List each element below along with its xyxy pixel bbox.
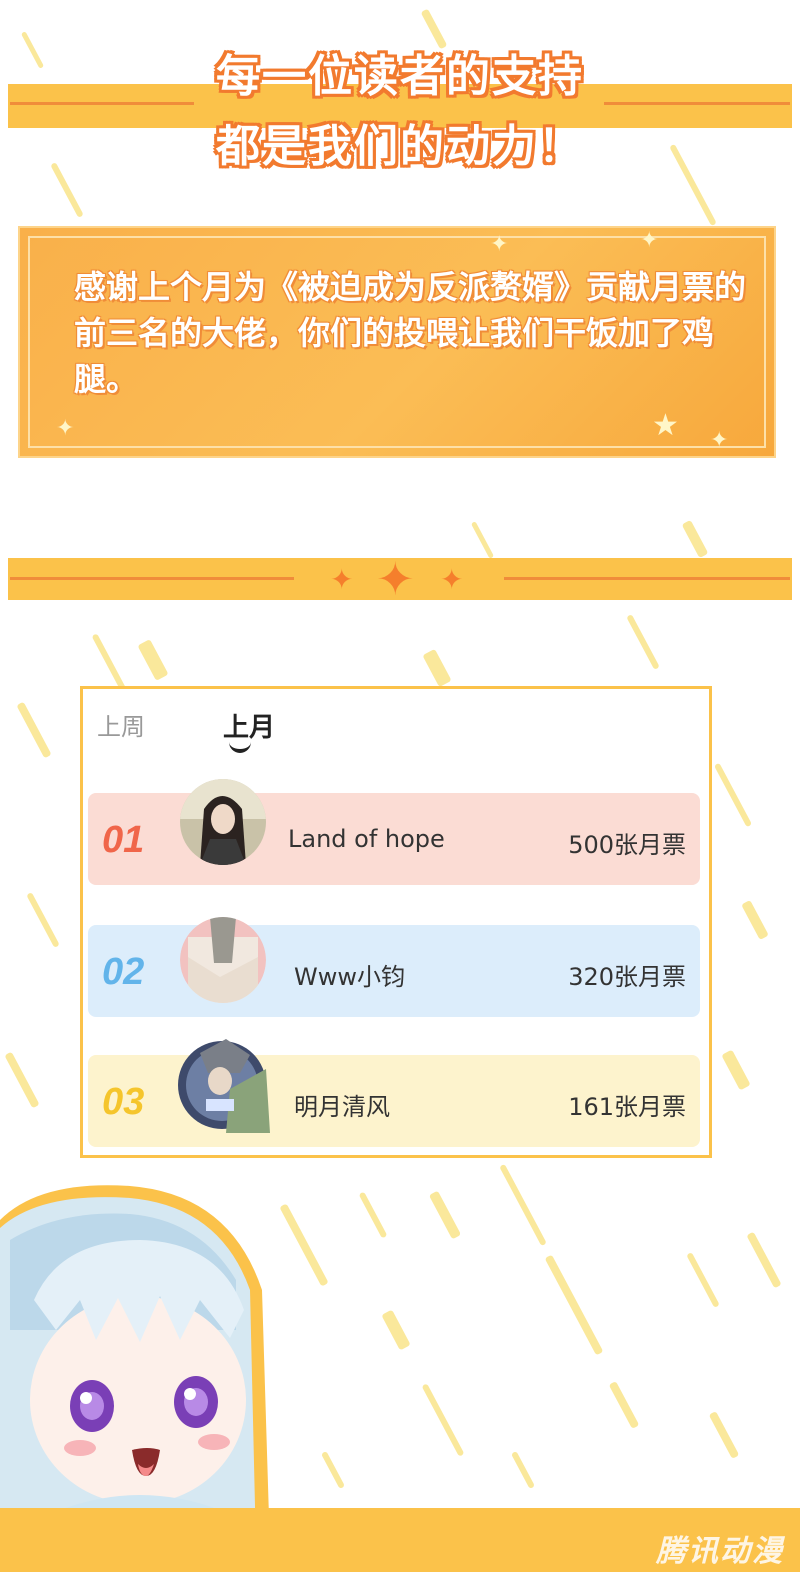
tab-last-week[interactable]: 上周: [97, 707, 145, 742]
footer-band: 腾讯动漫: [0, 1508, 800, 1572]
rank-number: 02: [102, 951, 145, 993]
avatar: [170, 1029, 274, 1133]
rank-username: Www小钧: [294, 963, 405, 991]
star-icon: ★: [652, 408, 679, 443]
rank-number: 03: [102, 1081, 145, 1123]
avatar: [180, 779, 266, 865]
headline-line2: 都是我们的动力！: [216, 121, 584, 172]
active-tab-indicator: [229, 741, 251, 753]
watermark-logo: 腾讯动漫: [656, 1534, 784, 1569]
rank-row[interactable]: 02 Www小钧 320张月票: [88, 917, 700, 1017]
rank-row[interactable]: 01 Land of hope 500张月票: [88, 779, 700, 885]
rank-username: 明月清风: [294, 1093, 390, 1121]
rank-votes: 500张月票: [568, 831, 686, 859]
star-icon: ✦: [376, 552, 415, 606]
avatar: [180, 917, 266, 1003]
ranking-card: 上周 上月 01 Land of hope 500张月票 02 Www小钧 32…: [80, 686, 712, 1158]
star-icon: ✦: [330, 563, 354, 596]
thanks-box: ✦ ✦ ✦ ★ ✦ 感谢上个月为《被迫成为反派赘婿》贡献月票的前三名的大佬，你们…: [18, 226, 776, 458]
tab-last-month[interactable]: 上月: [223, 707, 275, 744]
rank-votes: 161张月票: [568, 1093, 686, 1121]
sparkle-icon: ✦: [490, 232, 509, 257]
mascot-illustration: [0, 1180, 280, 1550]
rank-votes: 320张月票: [568, 963, 686, 991]
headline-line1: 每一位读者的支持: [216, 51, 584, 102]
thanks-message: 感谢上个月为《被迫成为反派赘婿》贡献月票的前三名的大佬，你们的投喂让我们干饭加了…: [74, 268, 747, 398]
rank-row[interactable]: 03 明月清风 161张月票: [88, 1039, 700, 1147]
star-icon: ✦: [440, 563, 464, 596]
sparkle-icon: ✦: [710, 428, 729, 453]
sparkle-icon: ✦: [56, 416, 75, 441]
sparkle-icon: ✦: [640, 228, 659, 253]
rank-number: 01: [102, 819, 145, 861]
rank-username: Land of hope: [288, 825, 445, 853]
